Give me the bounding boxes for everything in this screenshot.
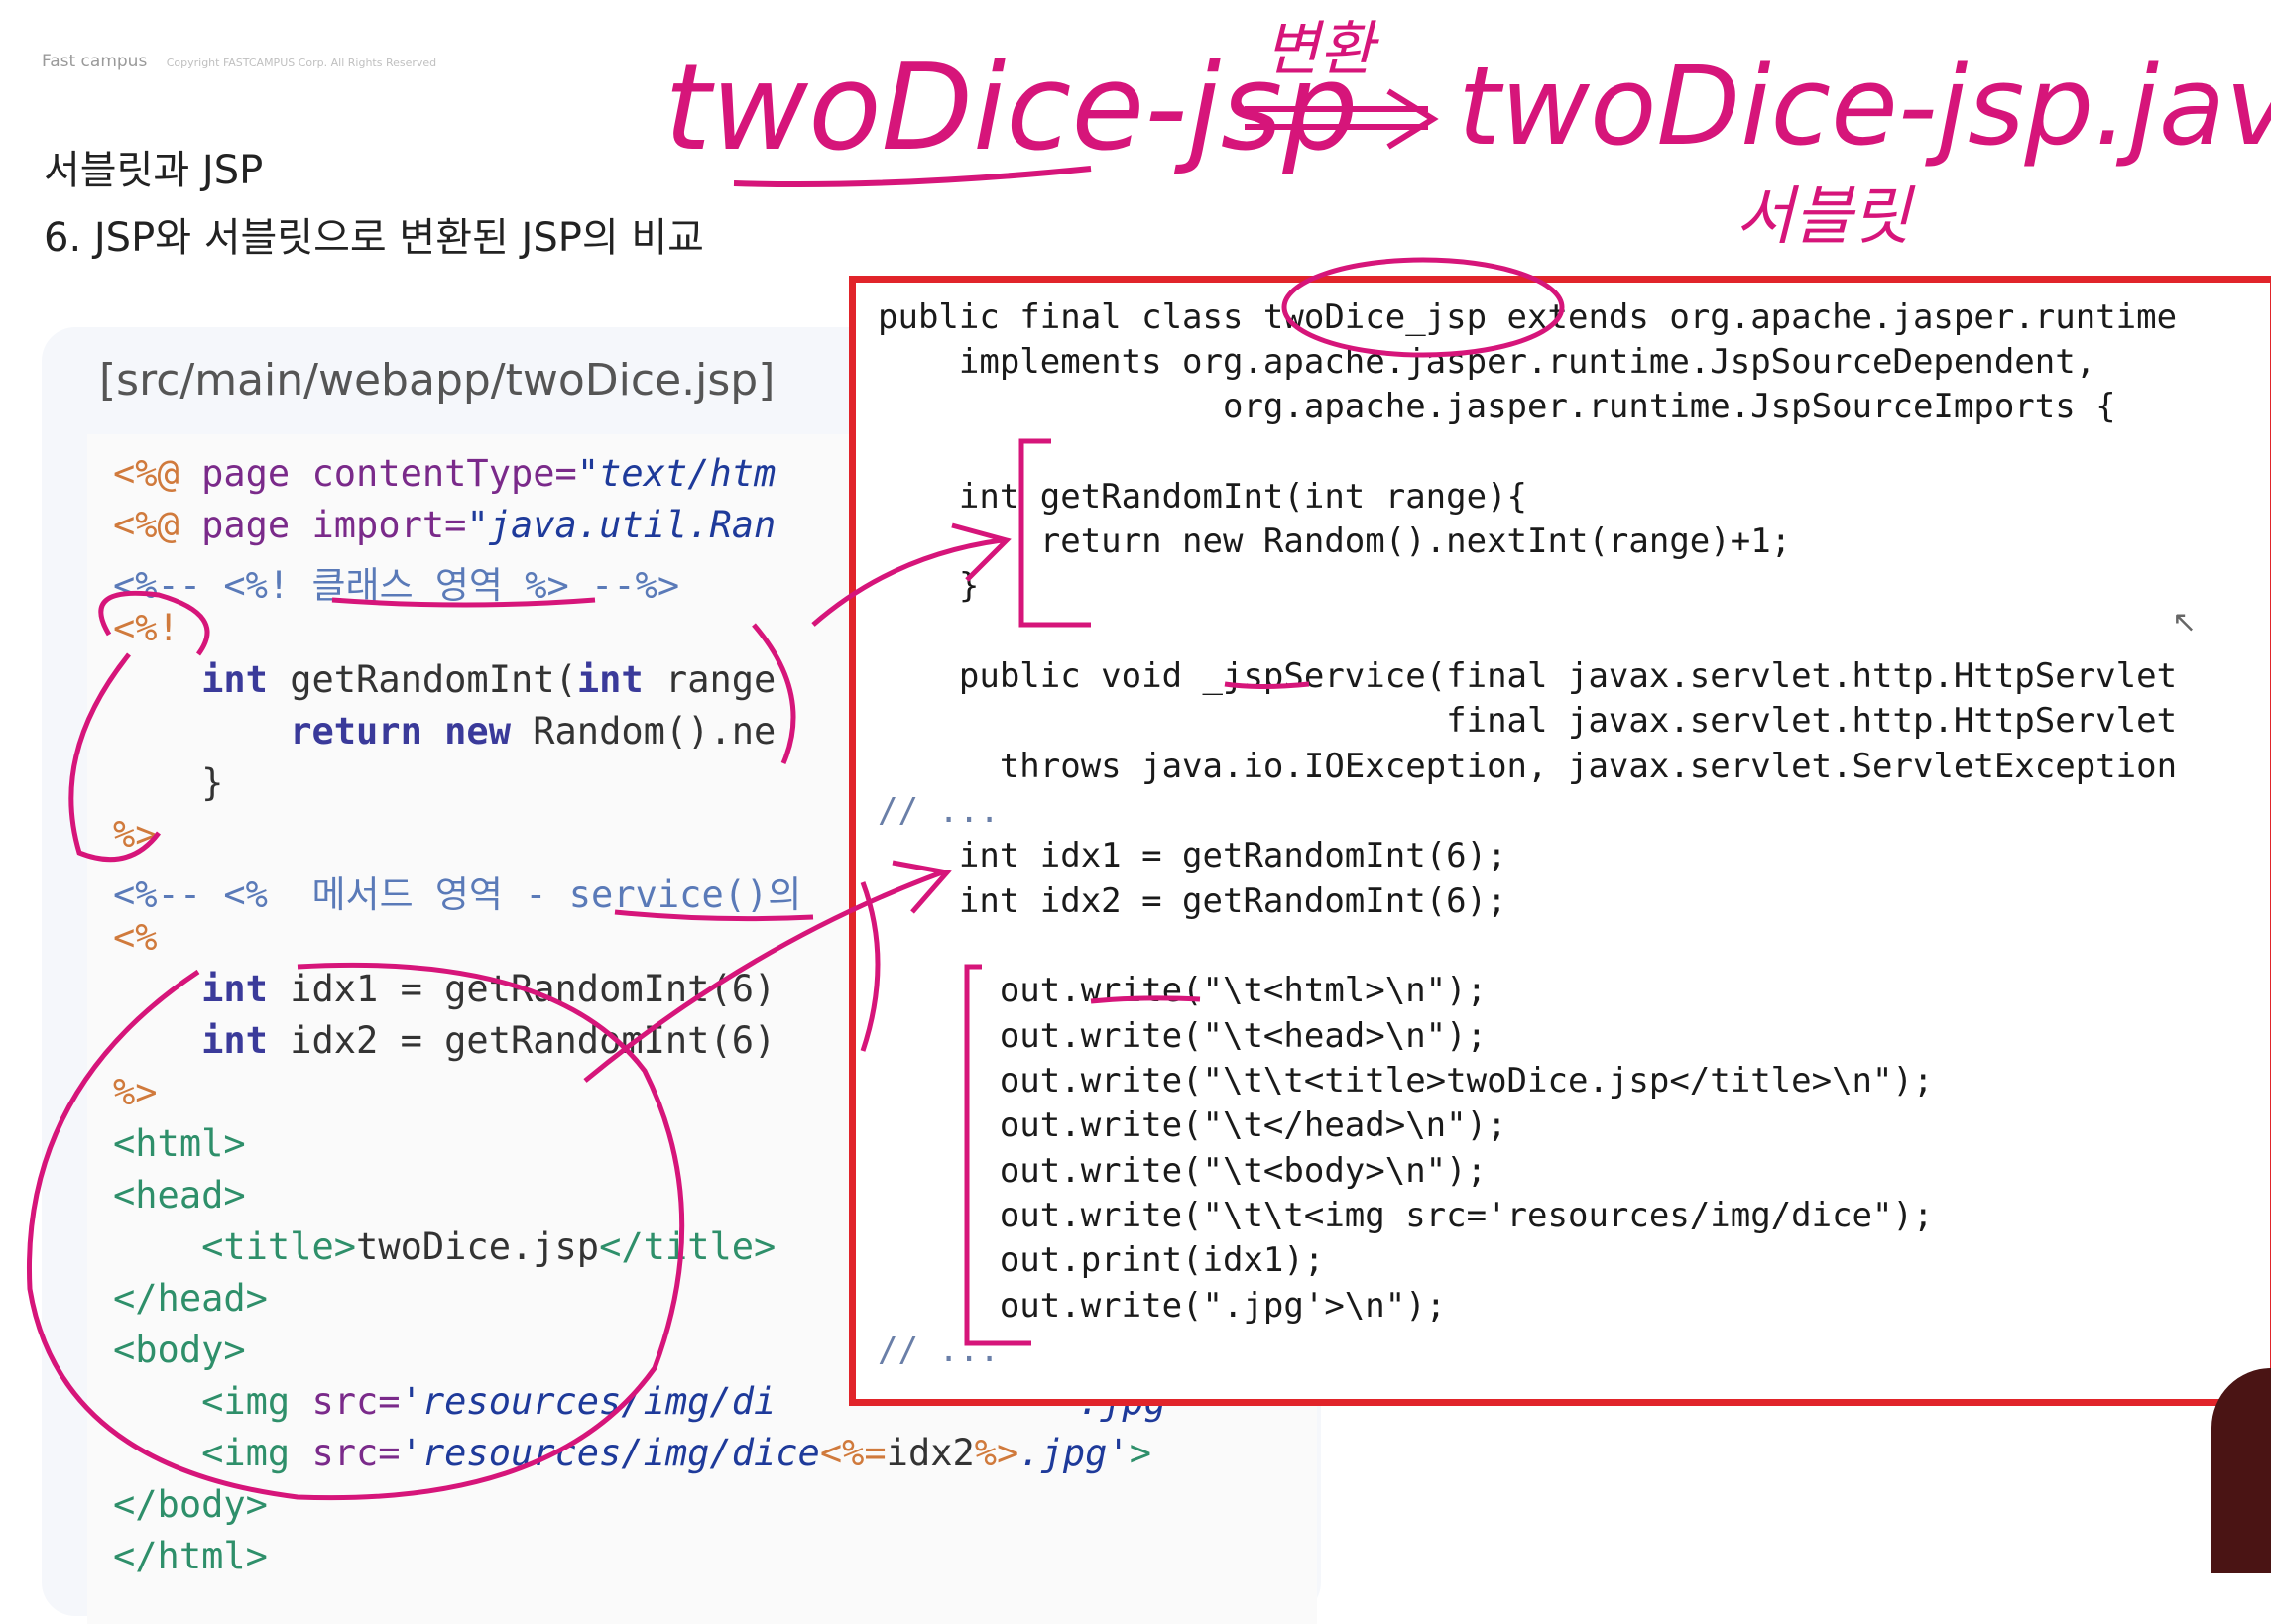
mouse-cursor-icon: ↖ <box>2172 605 2198 639</box>
servlet-line: out.write("\t\t<title>twoDice.jsp</title… <box>878 1061 1934 1101</box>
jsp-line: </body> <box>113 1483 268 1526</box>
jsp-line: <title>twoDice.jsp</title> <box>113 1225 777 1268</box>
servlet-line: int idx1 = getRandomInt(6); <box>878 836 1507 875</box>
annotation-arrow-label: 변환 <box>1264 15 1379 84</box>
jsp-line: %> <box>113 1071 158 1113</box>
jsp-line: } <box>113 761 224 804</box>
jsp-line: return new Random().ne <box>113 710 777 753</box>
servlet-line: final javax.servlet.http.HttpServlet <box>878 701 2178 741</box>
jsp-line: int idx1 = getRandomInt(6) <box>113 968 777 1010</box>
jsp-line: <%-- <% 메서드 영역 - service()의 <box>113 873 802 916</box>
annotation-arrow-icon <box>1245 88 1439 150</box>
servlet-line: implements org.apache.jasper.runtime.Jsp… <box>878 342 2096 382</box>
jsp-line: <head> <box>113 1174 246 1217</box>
servlet-line: return new Random().nextInt(range)+1; <box>878 522 1792 561</box>
servlet-line: } <box>878 566 980 606</box>
servlet-line: throws java.io.IOException, javax.servle… <box>878 747 2178 786</box>
jsp-line: <html> <box>113 1122 246 1165</box>
annotation-left-text: twoDice-jsp <box>664 40 1359 177</box>
servlet-line: // ... <box>878 1331 1000 1370</box>
jsp-line: <%-- <%! 클래스 영역 %> --%> <box>113 564 680 607</box>
slide-subtitle: 6. JSP와 서블릿으로 변환된 JSP의 비교 <box>44 215 704 261</box>
jsp-line: <%@ page import="java.util.Ran <box>113 504 777 546</box>
jsp-line: </head> <box>113 1277 268 1320</box>
annotation-right-text: twoDice-jsp.java <box>1458 43 2271 170</box>
jsp-line: <body> <box>113 1329 246 1371</box>
servlet-line: int getRandomInt(int range){ <box>878 477 1528 517</box>
servlet-line: out.write(".jpg'>\n"); <box>878 1286 1447 1326</box>
brand-logo: Fast campus Copyright FASTCAMPUS Corp. A… <box>42 52 436 71</box>
servlet-line: out.write("\t<html>\n"); <box>878 971 1488 1010</box>
jsp-line: <%! <box>113 607 179 649</box>
servlet-code-box: public final class twoDice_jsp extends o… <box>849 276 2271 1406</box>
servlet-line: out.print(idx1); <box>878 1240 1325 1280</box>
brand-copyright: Copyright FASTCAMPUS Corp. All Rights Re… <box>166 57 437 69</box>
presenter-silhouette <box>2211 1368 2271 1573</box>
servlet-line: out.write("\t<head>\n"); <box>878 1016 1488 1056</box>
jsp-line: </html> <box>113 1535 268 1577</box>
jsp-file-label: [src/main/webapp/twoDice.jsp] <box>99 355 776 406</box>
servlet-line: // ... <box>878 791 1000 831</box>
jsp-line: <%@ page contentType="text/htm <box>113 452 777 495</box>
jsp-line: int getRandomInt(int range <box>113 658 777 701</box>
servlet-line: out.write("\t<body>\n"); <box>878 1151 1488 1191</box>
annotation-under-text: 서블릿 <box>1735 180 1916 254</box>
annotation-underline <box>733 166 1092 187</box>
servlet-line: public void _jspService(final javax.serv… <box>878 656 2178 696</box>
servlet-line: org.apache.jasper.runtime.JspSourceImpor… <box>878 387 2116 426</box>
servlet-line: out.write("\t\t<img src='resources/img/d… <box>878 1196 1934 1235</box>
jsp-line: int idx2 = getRandomInt(6) <box>113 1019 777 1062</box>
jsp-line: <img src='resources/img/dice<%=idx2%>.jp… <box>113 1432 1152 1474</box>
servlet-line: int idx2 = getRandomInt(6); <box>878 881 1507 921</box>
jsp-line: <% <box>113 916 158 959</box>
servlet-line: out.write("\t</head>\n"); <box>878 1105 1507 1145</box>
servlet-line: public final class twoDice_jsp extends o… <box>878 297 2178 337</box>
slide-title: 서블릿과 JSP <box>44 148 264 193</box>
jsp-line: %> <box>113 813 158 856</box>
brand-name: Fast campus <box>42 52 148 71</box>
